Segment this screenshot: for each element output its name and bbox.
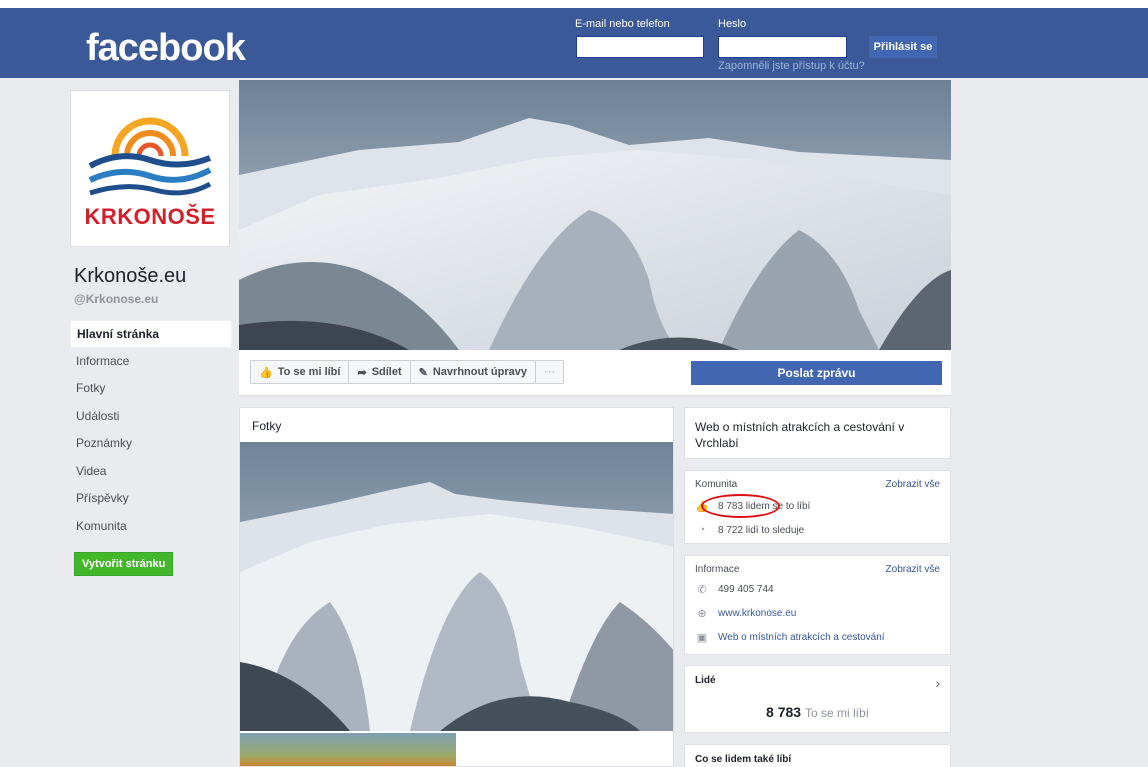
facebook-logo[interactable]: facebook [86,27,246,70]
page-handle: @Krkonose.eu [74,292,159,306]
like-label: To se mi líbí [277,366,341,378]
phone-number[interactable]: 499 405 744 [718,584,774,595]
top-margin [0,0,1148,8]
phone-row: ✆ 499 405 744 [685,577,950,601]
nav-item-posts[interactable]: Příspěvky [70,485,232,513]
sun-mountains-icon [88,117,212,195]
cover-photo[interactable] [239,80,951,350]
people-count: 8 783 To se mi líbí [685,704,950,720]
nav-item-videos[interactable]: Videa [70,458,232,486]
info-header: Informace Zobrazit vše [685,556,950,575]
category-link[interactable]: Web o místních atrakcích a cestování [718,632,885,643]
nav-item-photos[interactable]: Fotky [70,375,232,403]
share-button[interactable]: ➦ Sdílet [349,361,411,383]
logo-wordmark: KRKONOŠE [84,203,216,229]
website-link[interactable]: www.krkonose.eu [718,608,796,619]
header-bar: facebook E-mail nebo telefon Heslo Přihl… [0,8,1148,78]
nav-item-info[interactable]: Informace [70,348,232,376]
category-row: ▣ Web o místních atrakcích a cestování [685,625,950,649]
page-title[interactable]: Krkonoše.eu [74,265,232,288]
community-card: Komunita Zobrazit vše 👍 8 783 lidem se t… [684,470,951,544]
about-card: Web o místních atrakcích a cestování v V… [684,407,951,459]
email-label: E-mail nebo telefon [575,18,670,30]
website-row: ⊕ www.krkonose.eu [685,601,950,625]
also-like-title: Co se lidem také líbí [695,754,792,765]
pencil-icon: ✎ [418,366,428,379]
community-title: Komunita [695,479,738,490]
share-label: Sdílet [371,366,402,378]
chevron-right-icon: › [935,675,940,691]
photo-thumbnail[interactable] [240,733,456,766]
page-nav: Hlavní stránka Informace Fotky Události … [70,320,232,540]
photo-thumbnail[interactable] [455,733,673,766]
likes-row: 👍 8 783 lidem se to líbí [685,494,950,518]
people-header[interactable]: Lidé › [685,666,950,700]
send-message-button[interactable]: Poslat zprávu [691,361,942,385]
nav-item-home[interactable]: Hlavní stránka [70,320,232,348]
info-see-all-link[interactable]: Zobrazit vše [886,564,940,575]
category-icon: ▣ [696,631,708,644]
password-label: Heslo [718,18,747,30]
login-button[interactable]: Přihlásit se [869,36,937,58]
action-button-group: 👍 To se mi líbí ➦ Sdílet ✎ Navrhnout úpr… [250,360,564,384]
globe-icon: ⊕ [697,607,707,620]
also-like-card: Co se lidem také líbí [684,744,951,767]
password-field[interactable] [718,36,847,58]
community-header: Komunita Zobrazit vše [685,471,950,490]
suggest-edits-button[interactable]: ✎ Navrhnout úpravy [411,361,536,383]
red-highlight-annotation [701,494,780,518]
photo-thumbnails [240,733,673,766]
photo-main[interactable] [240,442,673,731]
mountain-photo [240,442,673,731]
forgot-password-link[interactable]: Zapomněli jste přístup k účtu? [718,60,865,72]
phone-icon: ✆ [697,583,707,596]
like-button[interactable]: 👍 To se mi líbí [251,361,350,383]
profile-picture[interactable]: KRKONOŠE [70,90,230,247]
create-page-button[interactable]: Vytvořit stránku [74,552,174,576]
page-description: Web o místních atrakcích a cestování v V… [695,420,905,450]
nav-item-community[interactable]: Komunita [70,513,232,541]
share-arrow-icon: ➦ [357,366,367,379]
info-title: Informace [695,564,740,575]
suggest-edits-label: Navrhnout úpravy [432,366,527,378]
email-field[interactable] [576,36,704,58]
page-action-bar: 👍 To se mi líbí ➦ Sdílet ✎ Navrhnout úpr… [239,350,951,396]
more-button[interactable]: ··· [536,361,563,383]
followers-text[interactable]: 8 722 lidí to sleduje [718,525,804,536]
people-count-number: 8 783 [766,704,802,720]
photos-title[interactable]: Fotky [240,408,673,442]
photos-card: Fotky [239,407,674,767]
followers-row: ◔ 8 722 lidí to sleduje [685,518,950,542]
community-see-all-link[interactable]: Zobrazit vše [886,479,940,490]
info-card: Informace Zobrazit vše ✆ 499 405 744 ⊕ w… [684,555,951,655]
mountain-cover-image [239,80,951,350]
krkonose-logo: KRKONOŠE [75,95,225,242]
left-sidebar: KRKONOŠE Krkonoše.eu @Krkonose.eu Hlavní… [70,90,232,576]
thumbs-up-icon: 👍 [259,366,273,379]
nav-item-events[interactable]: Události [70,403,232,431]
people-title: Lidé [695,675,716,686]
people-count-label: To se mi líbí [804,706,869,720]
nav-item-notes[interactable]: Poznámky [70,430,232,458]
people-card: Lidé › 8 783 To se mi líbí [684,665,951,733]
rss-icon: ◔ [698,524,706,536]
